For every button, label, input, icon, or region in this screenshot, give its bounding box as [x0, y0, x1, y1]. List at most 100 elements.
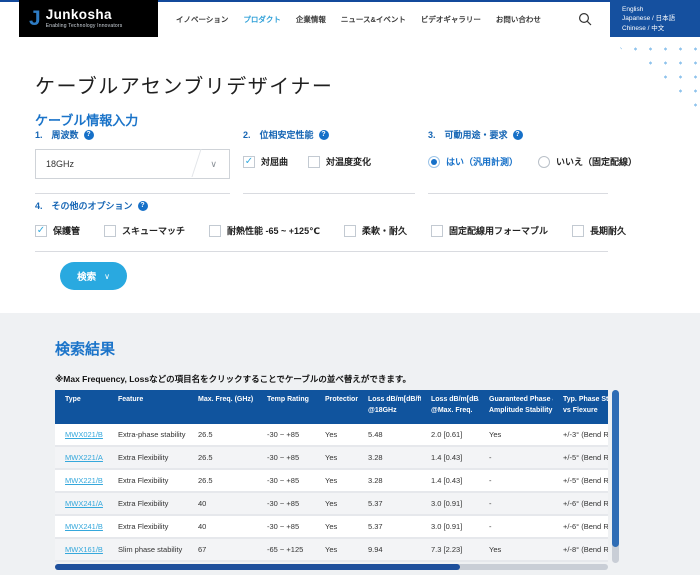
checkbox-option[interactable]: 固定配線用フォーマブル: [431, 224, 548, 237]
table-row: MWX021/BExtra-phase stability26.5-30 ~ +…: [55, 424, 608, 447]
language-option[interactable]: English: [622, 5, 700, 14]
table-cell: +/-5° (Bend R: [553, 447, 608, 468]
table-cell: MWX241/A: [55, 493, 108, 514]
table-cell: -30 ~ +85: [257, 516, 315, 537]
column-header[interactable]: Type: [55, 390, 108, 424]
nav-item[interactable]: 企業情報: [296, 14, 326, 25]
help-icon[interactable]: ?: [319, 130, 329, 140]
table-cell: -30 ~ +85: [257, 424, 315, 445]
checkbox-option[interactable]: スキューマッチ: [104, 224, 185, 237]
field-phase-stability: 2. 位相安定性能 ? ✓対屈曲対温度変化: [243, 128, 415, 194]
column-header[interactable]: Guaranteed Phase &Amplitude Stability: [479, 390, 553, 424]
column-header[interactable]: Loss dB/m[dB/ft]@Max. Freq.: [421, 390, 479, 424]
search-icon[interactable]: [578, 12, 592, 26]
column-header[interactable]: Typ. Phase Stabvs Flexure: [553, 390, 608, 424]
horizontal-scrollbar[interactable]: [55, 564, 608, 570]
frequency-dropdown[interactable]: 18GHz ∨: [35, 149, 230, 179]
checkbox-icon: [572, 225, 584, 237]
nav-item[interactable]: イノベーション: [176, 14, 228, 25]
nav-item[interactable]: プロダクト: [243, 14, 281, 25]
table-cell: Yes: [315, 447, 358, 468]
table-row: MWX161/BSlim phase stability67-65 ~ +125…: [55, 539, 608, 562]
radio-option[interactable]: いいえ（固定配線）: [538, 155, 637, 168]
results-note: ※Max Frequency, Lossなどの項目名をクリックすることでケーブル…: [55, 373, 411, 385]
checkbox-option[interactable]: 対温度変化: [308, 155, 371, 168]
table-cell: +/-3° (Bend R: [553, 424, 608, 445]
checkbox-option[interactable]: ✓ 対屈曲: [243, 155, 288, 168]
table-cell: 26.5: [188, 447, 257, 468]
table-cell: 5.37: [358, 493, 421, 514]
results-section: 検索結果 ※Max Frequency, Lossなどの項目名をクリックすること…: [0, 313, 700, 575]
table-cell: Yes: [315, 493, 358, 514]
phase-options: ✓ 対屈曲 対温度変化: [243, 155, 415, 168]
logo-j-icon: J: [29, 8, 41, 29]
product-type-link[interactable]: MWX021/B: [65, 430, 103, 439]
radio-icon: [428, 156, 440, 168]
other-options-label: 4. その他のオプション ?: [35, 199, 608, 212]
checkbox-option[interactable]: 長期耐久: [572, 224, 626, 237]
table-body: MWX021/BExtra-phase stability26.5-30 ~ +…: [55, 424, 608, 562]
vertical-scrollbar-thumb[interactable]: [612, 390, 619, 547]
table-cell: Yes: [315, 516, 358, 537]
help-icon[interactable]: ?: [138, 201, 148, 211]
table-cell: 26.5: [188, 470, 257, 491]
brand-tagline: Enabling Technology Innovators: [46, 23, 123, 29]
product-type-link[interactable]: MWX241/A: [65, 499, 103, 508]
chevron-down-icon: ∨: [104, 272, 110, 281]
radio-icon: [538, 156, 550, 168]
table-cell: Yes: [315, 424, 358, 445]
logo[interactable]: J Junkosha Enabling Technology Innovator…: [19, 0, 158, 37]
product-type-link[interactable]: MWX221/B: [65, 476, 103, 485]
checkbox-option[interactable]: 柔軟・耐久: [344, 224, 407, 237]
search-button[interactable]: 検索 ∨: [60, 262, 127, 290]
option-label: 長期耐久: [590, 224, 626, 237]
column-header[interactable]: Protection: [315, 390, 358, 424]
table-cell: -30 ~ +85: [257, 493, 315, 514]
form-section-heading: ケーブル情報入力: [35, 110, 138, 129]
help-icon[interactable]: ?: [84, 130, 94, 140]
column-header[interactable]: Feature: [108, 390, 188, 424]
table-cell: 1.4 [0.43]: [421, 470, 479, 491]
option-label: 柔軟・耐久: [362, 224, 407, 237]
field-frequency: 1. 周波数 ? 18GHz ∨: [35, 128, 230, 194]
option-label: スキューマッチ: [122, 224, 185, 237]
language-option[interactable]: Chinese / 中文: [622, 24, 700, 33]
table-cell: 5.37: [358, 516, 421, 537]
table-row: MWX221/BExtra Flexibility26.5-30 ~ +85Ye…: [55, 470, 608, 493]
nav-item[interactable]: ビデオギャラリー: [421, 14, 481, 25]
chevron-down-icon: ∨: [210, 159, 217, 170]
checkbox-icon: [344, 225, 356, 237]
vertical-scrollbar[interactable]: [612, 390, 619, 563]
horizontal-scrollbar-thumb[interactable]: [55, 564, 460, 570]
product-type-link[interactable]: MWX221/A: [65, 453, 103, 462]
help-icon[interactable]: ?: [513, 130, 523, 140]
nav-item[interactable]: ニュース&イベント: [341, 14, 406, 25]
language-option[interactable]: Japanese / 日本語: [622, 14, 700, 23]
column-header[interactable]: Loss dB/m[dB/ft]@18GHz: [358, 390, 421, 424]
table-row: MWX241/BExtra Flexibility40-30 ~ +85Yes5…: [55, 516, 608, 539]
checkbox-option[interactable]: 耐熱性能 -65 ~ +125℃: [209, 224, 320, 237]
checkbox-option[interactable]: ✓保護管: [35, 224, 80, 237]
table-cell: Extra Flexibility: [108, 470, 188, 491]
product-type-link[interactable]: MWX161/B: [65, 545, 103, 554]
table-cell: 67: [188, 539, 257, 560]
product-type-link[interactable]: MWX241/B: [65, 522, 103, 531]
radio-option[interactable]: はい（汎用計測）: [428, 155, 518, 168]
frequency-value: 18GHz: [46, 159, 74, 169]
table-cell: -: [479, 447, 553, 468]
checkbox-icon: [431, 225, 443, 237]
table-row: MWX221/AExtra Flexibility26.5-30 ~ +85Ye…: [55, 447, 608, 470]
checkbox-icon: ✓: [243, 156, 255, 168]
nav-item[interactable]: お問い合わせ: [496, 14, 541, 25]
option-label: 対屈曲: [261, 155, 288, 168]
option-label: 保護管: [53, 224, 80, 237]
table-cell: Yes: [479, 424, 553, 445]
table-cell: -65 ~ +125: [257, 539, 315, 560]
table-cell: Extra-phase stability: [108, 424, 188, 445]
table-cell: Extra Flexibility: [108, 516, 188, 537]
table-cell: 3.0 [0.91]: [421, 493, 479, 514]
column-header[interactable]: Temp Rating: [257, 390, 315, 424]
table-header-row: TypeFeatureMax. Freq. (GHz)∨Temp RatingP…: [55, 390, 608, 424]
column-header[interactable]: Max. Freq. (GHz)∨: [188, 390, 257, 424]
table-cell: Extra Flexibility: [108, 493, 188, 514]
